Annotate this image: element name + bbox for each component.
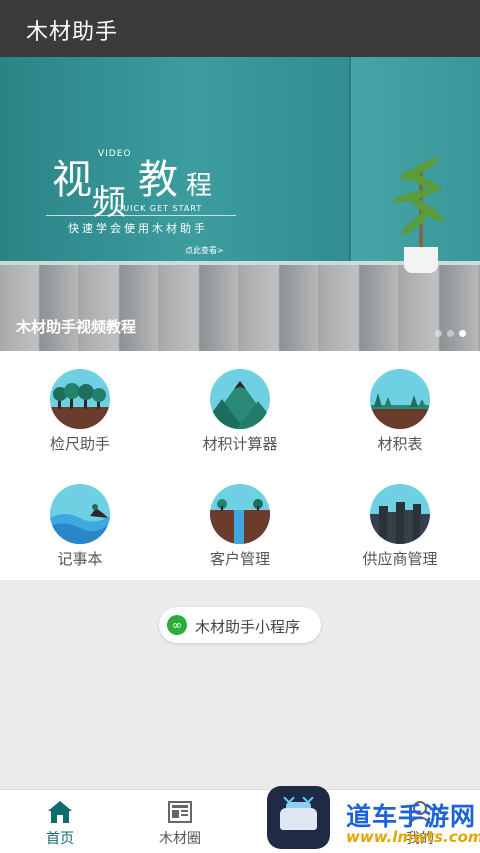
forest-trees-icon xyxy=(50,369,110,429)
watermark-logo xyxy=(267,786,330,849)
feature-label: 材积计算器 xyxy=(202,435,278,453)
tab-label: 木材圈 xyxy=(159,831,201,847)
grass-landscape-icon xyxy=(370,369,430,429)
home-icon xyxy=(48,801,72,823)
news-icon xyxy=(168,801,192,823)
mountain-icon xyxy=(210,369,270,429)
mini-program-button[interactable]: ∞ 木材助手小程序 xyxy=(159,607,321,643)
tab-label: 首页 xyxy=(46,831,74,847)
top-bar: 木材助手 xyxy=(0,0,480,57)
carousel-dot[interactable] xyxy=(435,330,442,337)
feature-label: 记事本 xyxy=(57,550,103,568)
feature-label: 材积表 xyxy=(377,435,423,453)
feature-volume-table[interactable]: 材积表 xyxy=(320,351,480,465)
feature-supplier-management[interactable]: 供应商管理 xyxy=(320,466,480,580)
feature-customer-management[interactable]: 客户管理 xyxy=(160,466,320,580)
tab-wood-circle[interactable]: 木材圈 xyxy=(120,790,240,853)
feature-notepad[interactable]: 记事本 xyxy=(0,466,160,580)
banner-divider xyxy=(46,215,236,216)
watermark-car-icon xyxy=(280,808,317,830)
banner-title-char: 教 xyxy=(138,157,178,203)
banner-title-char: 程 xyxy=(186,171,213,201)
feature-label: 供应商管理 xyxy=(362,550,438,568)
feature-label: 检尺助手 xyxy=(49,435,110,453)
banner-caption: 木材助手视频教程 xyxy=(16,318,137,336)
banner-quick-tag: QUICK GET START xyxy=(116,204,203,213)
banner-wall-panel xyxy=(349,57,480,265)
feature-grid: 检尺助手 材积计算器 材积表 记事本 客户管理 供应商管理 xyxy=(0,351,480,580)
wave-island-icon xyxy=(50,484,110,544)
plant-pot xyxy=(404,247,438,273)
banner-title-char: 视 xyxy=(52,157,92,203)
link-icon: ∞ xyxy=(167,615,187,635)
city-skyline-icon xyxy=(370,484,430,544)
watermark-url: www.lmwts.com xyxy=(346,828,480,846)
banner-title-char: 频 xyxy=(92,183,126,223)
banner-video-tag: VIDEO xyxy=(98,149,132,159)
banner-carousel[interactable]: 视 频 教 程 VIDEO QUICK GET START 快速学会使用木材助手… xyxy=(0,57,480,351)
carousel-dots xyxy=(435,330,466,337)
banner-floor xyxy=(0,265,480,351)
banner-view-link[interactable]: 点此查看> xyxy=(185,245,224,256)
carousel-dot[interactable] xyxy=(447,330,454,337)
mini-program-label: 木材助手小程序 xyxy=(195,618,301,636)
tab-home[interactable]: 首页 xyxy=(0,790,120,853)
feature-volume-calculator[interactable]: 材积计算器 xyxy=(160,351,320,465)
app-title: 木材助手 xyxy=(26,20,119,45)
app-root: 木材助手 视 频 教 程 VIDEO QUICK GET START 快速学会使… xyxy=(0,0,480,853)
waterfall-icon xyxy=(210,484,270,544)
feature-ruler-assistant[interactable]: 检尺助手 xyxy=(0,351,160,465)
carousel-dot-active[interactable] xyxy=(459,330,466,337)
banner-subtitle: 快速学会使用木材助手 xyxy=(68,222,208,235)
feature-label: 客户管理 xyxy=(209,550,270,568)
